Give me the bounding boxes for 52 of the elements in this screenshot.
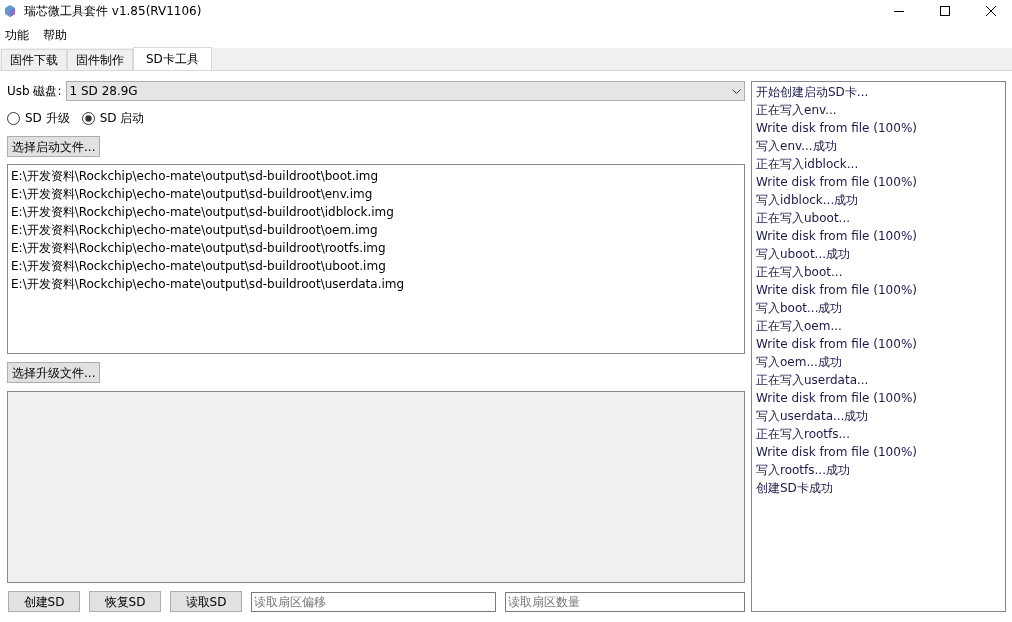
log-line: Write disk from file (100%): [756, 444, 918, 461]
log-line: 开始创建启动SD卡...: [756, 84, 870, 101]
maximize-icon[interactable]: [940, 6, 950, 16]
chevron-icon: [732, 88, 741, 94]
file-path[interactable]: E:\开发资料\Rockchip\echo-mate\output\sd-buildroot\userdata.img: [11, 275, 741, 293]
usb-disk-dropdown[interactable]: 1 SD 28.9G: [65, 81, 745, 101]
log-line: 写入idblock...成功: [756, 192, 860, 209]
log-line: 正在写入idblock...: [756, 156, 860, 173]
log-line: 正在写入userdata...: [756, 372, 870, 389]
file-path[interactable]: E:\开发资料\Rockchip\echo-mate\output\sd-buildroot\uboot.img: [11, 257, 741, 275]
log-line: 写入uboot...成功: [756, 246, 852, 263]
log-line: Write disk from file (100%): [756, 282, 918, 299]
log-line: 正在写入boot...: [756, 264, 844, 281]
log-line: Write disk from file (100%): [756, 228, 918, 245]
log-line: 写入rootfs...成功: [756, 462, 851, 479]
log-line: Write disk from file (100%): [756, 336, 918, 353]
tab[interactable]: 固件下载: [1, 49, 67, 70]
log-line: 写入oem...成功: [756, 354, 843, 371]
log-line: Write disk from file (100%): [756, 174, 918, 191]
action-button[interactable]: 恢复SD: [89, 591, 161, 612]
action-button[interactable]: 读取SD: [170, 591, 242, 612]
radio-option[interactable]: SD 启动: [81, 109, 145, 127]
select-boot-file-button[interactable]: 选择启动文件...: [7, 136, 101, 157]
tab[interactable]: 固件制作: [67, 49, 133, 70]
app-logo-icon: [4, 4, 16, 18]
file-path[interactable]: E:\开发资料\Rockchip\echo-mate\output\sd-buildroot\env.img: [11, 185, 741, 203]
sector-count-field[interactable]: 读取扇区数量: [505, 591, 745, 612]
log-line: Write disk from file (100%): [756, 390, 918, 407]
sector-offset-field[interactable]: 读取扇区偏移: [251, 591, 496, 612]
close-icon[interactable]: [986, 6, 996, 16]
log-line: 创建SD卡成功: [756, 480, 834, 497]
log-line: 正在写入uboot...: [756, 210, 852, 227]
window-title: 瑞芯微工具套件 v1.85(RV1106): [24, 3, 202, 20]
menu-item[interactable]: 帮助: [43, 26, 67, 44]
log-line: 写入env...成功: [756, 138, 838, 155]
file-path[interactable]: E:\开发资料\Rockchip\echo-mate\output\sd-buildroot\boot.img: [11, 167, 741, 185]
select-upgrade-file-button[interactable]: 选择升级文件...: [7, 362, 101, 383]
usb-disk-label: Usb 磁盘:: [7, 83, 62, 100]
menu-item[interactable]: 功能: [5, 26, 29, 44]
log-line: 正在写入rootfs...: [756, 426, 851, 443]
file-path[interactable]: E:\开发资料\Rockchip\echo-mate\output\sd-buildroot\oem.img: [11, 221, 741, 239]
file-path[interactable]: E:\开发资料\Rockchip\echo-mate\output\sd-buildroot\rootfs.img: [11, 239, 741, 257]
action-button[interactable]: 创建SD: [8, 591, 80, 612]
radio-option[interactable]: SD 升级: [7, 109, 70, 127]
file-path[interactable]: E:\开发资料\Rockchip\echo-mate\output\sd-buildroot\idblock.img: [11, 203, 741, 221]
log-line: 写入boot...成功: [756, 300, 844, 317]
log-line: 写入userdata...成功: [756, 408, 870, 425]
log-line: 正在写入oem...: [756, 318, 843, 335]
tab[interactable]: SD卡工具: [133, 47, 212, 70]
minimize-icon[interactable]: [894, 10, 904, 12]
log-line: 正在写入env...: [756, 102, 838, 119]
log-line: Write disk from file (100%): [756, 120, 918, 137]
